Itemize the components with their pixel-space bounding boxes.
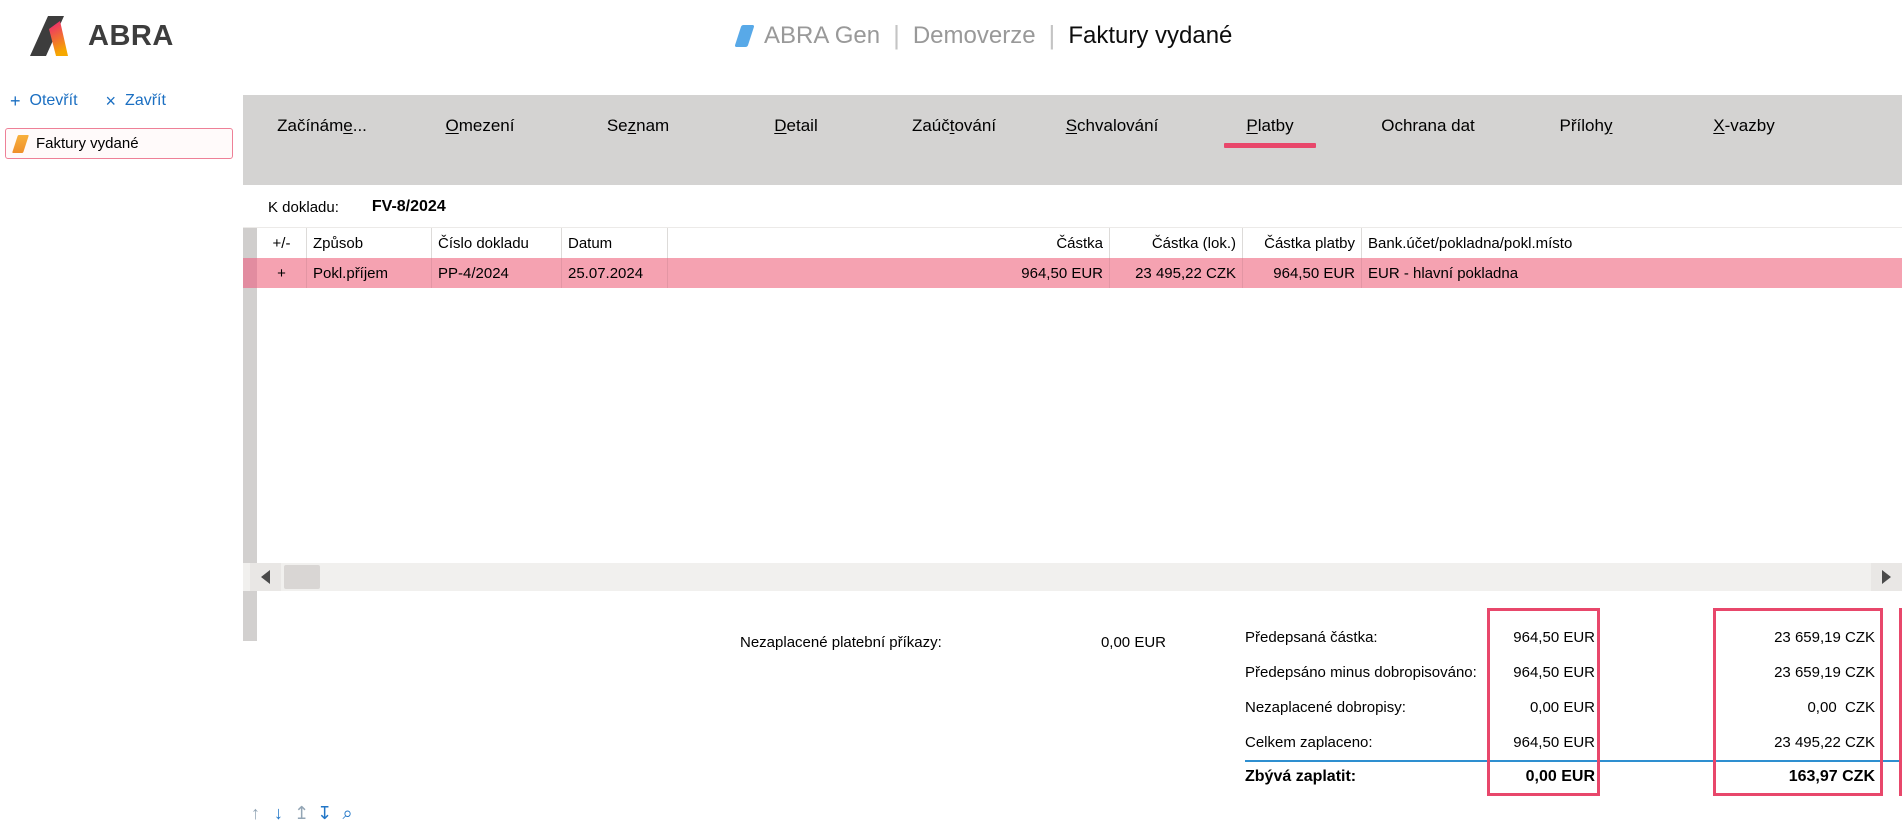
table-cell: + — [257, 258, 307, 288]
sidebar-item-faktury-vydane[interactable]: Faktury vydané — [5, 128, 233, 159]
scroll-right-button[interactable] — [1871, 563, 1902, 591]
move-bottom-icon[interactable]: ↧ — [316, 804, 333, 822]
table-cell: 23 495,22 CZK — [1110, 258, 1243, 288]
unpaid-orders-label: Nezaplacené platební příkazy: — [740, 634, 942, 651]
open-button-label: Otevřít — [30, 92, 78, 110]
tab-label: Přílohy — [1507, 116, 1665, 136]
sidebar-item-label: Faktury vydané — [36, 135, 139, 152]
tab-platby[interactable]: Platby — [1191, 95, 1349, 168]
document-number: FV-8/2024 — [372, 198, 446, 216]
table-cell: PP-4/2024 — [432, 258, 562, 288]
summary-row-label: Nezaplacené dobropisy: — [1245, 699, 1406, 716]
column-header[interactable]: Částka platby — [1243, 228, 1362, 258]
tab-za-n-me[interactable]: Začínáme... — [243, 95, 401, 168]
tab-omezen[interactable]: Omezení — [401, 95, 559, 168]
agenda-slash-icon — [12, 135, 29, 153]
grid-header-row: +/-ZpůsobČíslo dokladuDatumČástkaČástka … — [243, 227, 1902, 258]
scroll-right-icon — [1882, 570, 1891, 584]
search-icon[interactable]: ⌕ — [339, 804, 356, 822]
grid-navigation-toolbar: ↑ ↓ ↥ ↧ ⌕ — [247, 804, 356, 822]
summary-row-label: Předepsáno minus dobropisováno: — [1245, 664, 1477, 681]
close-icon: × — [106, 92, 117, 110]
column-header[interactable]: Částka (lok.) — [1110, 228, 1243, 258]
document-bar-label: K dokladu: — [268, 199, 339, 216]
column-header[interactable]: Bank.účet/pokladna/pokl.místo — [1362, 228, 1902, 258]
abra-logo-icon — [30, 16, 82, 56]
tab-detail[interactable]: Detail — [717, 95, 875, 168]
title-separator: | — [1049, 20, 1056, 51]
tab-ochrana-dat[interactable]: Ochrana dat — [1349, 95, 1507, 168]
scroll-left-button[interactable] — [250, 563, 281, 591]
table-row[interactable]: +Pokl.příjemPP-4/202425.07.2024964,50 EU… — [243, 258, 1902, 288]
summary-row-label: Zbývá zaplatit: — [1245, 768, 1356, 786]
eur-highlight-box — [1487, 608, 1600, 796]
summary-row-label: Celkem zaplaceno: — [1245, 734, 1373, 751]
title-slash-icon — [734, 25, 754, 47]
tab-label: Začínáme... — [243, 116, 401, 136]
unpaid-orders-value: 0,00 EUR — [1000, 634, 1166, 651]
tab-label: Omezení — [401, 116, 559, 136]
move-up-icon[interactable]: ↑ — [247, 804, 264, 822]
window-title: ABRA Gen | Demoverze | Faktury vydané — [738, 20, 1232, 51]
close-button[interactable]: × Zavřít — [106, 92, 166, 110]
document-bar: K dokladu: FV-8/2024 — [243, 185, 1902, 229]
table-cell: 25.07.2024 — [562, 258, 668, 288]
column-header[interactable]: +/- — [257, 228, 307, 258]
column-header[interactable]: Datum — [562, 228, 668, 258]
czk-highlight-box — [1713, 608, 1883, 796]
tab-x-vazby[interactable]: X-vazby — [1665, 95, 1823, 168]
summary-row-label: Předepsaná částka: — [1245, 629, 1378, 646]
tab-schvalov-n[interactable]: Schvalování — [1033, 95, 1191, 168]
title-app-name: ABRA Gen — [764, 22, 880, 50]
payment-summary: Nezaplacené platební příkazy: 0,00 EUR P… — [243, 618, 1902, 818]
tab-label: Platby — [1191, 116, 1349, 136]
row-indicator-cell — [243, 258, 257, 288]
abra-logo-text: ABRA — [88, 20, 174, 53]
app-header: ABRA ABRA Gen | Demoverze | Faktury vyda… — [0, 0, 1902, 78]
close-button-label: Zavřít — [125, 92, 166, 110]
move-top-icon[interactable]: ↥ — [293, 804, 310, 822]
move-down-icon[interactable]: ↓ — [270, 804, 287, 822]
tab-p-lohy[interactable]: Přílohy — [1507, 95, 1665, 168]
column-header[interactable]: Způsob — [307, 228, 432, 258]
tab-label: Detail — [717, 116, 875, 136]
table-cell: Pokl.příjem — [307, 258, 432, 288]
tab-strip: Začínáme...OmezeníSeznamDetailZaúčtování… — [243, 95, 1902, 227]
main-panel: Začínáme...OmezeníSeznamDetailZaúčtování… — [243, 78, 1902, 836]
title-page-name: Faktury vydané — [1068, 22, 1232, 50]
tab-label: Schvalování — [1033, 116, 1191, 136]
column-header[interactable]: Číslo dokladu — [432, 228, 562, 258]
tab-label: X-vazby — [1665, 116, 1823, 136]
tab-label: Zaúčtování — [875, 116, 1033, 136]
scroll-left-icon — [261, 570, 270, 584]
table-cell: EUR - hlavní pokladna — [1362, 258, 1902, 288]
payments-grid: +/-ZpůsobČíslo dokladuDatumČástkaČástka … — [243, 227, 1902, 288]
abra-logo: ABRA — [30, 16, 174, 56]
scrollbar-thumb[interactable] — [284, 565, 320, 589]
header-indicator-cell — [243, 228, 257, 258]
table-cell: 964,50 EUR — [1243, 258, 1362, 288]
column-header[interactable]: Částka — [668, 228, 1110, 258]
title-separator: | — [893, 20, 900, 51]
tab-label: Ochrana dat — [1349, 116, 1507, 136]
active-tab-underline — [1224, 143, 1316, 148]
tab-seznam[interactable]: Seznam — [559, 95, 717, 168]
tab-label: Seznam — [559, 116, 717, 136]
unpaid-orders-row: Nezaplacené platební příkazy: 0,00 EUR — [740, 634, 942, 651]
table-cell: 964,50 EUR — [668, 258, 1110, 288]
horizontal-scrollbar[interactable] — [243, 563, 1902, 591]
tab-bar: Začínáme...OmezeníSeznamDetailZaúčtování… — [243, 95, 1823, 168]
title-environment: Demoverze — [913, 22, 1036, 50]
plus-icon: + — [10, 92, 21, 110]
grid-body: +Pokl.příjemPP-4/202425.07.2024964,50 EU… — [243, 258, 1902, 288]
open-button[interactable]: + Otevřít — [10, 92, 78, 110]
tab-za-tov-n[interactable]: Zaúčtování — [875, 95, 1033, 168]
sidebar: + Otevřít × Zavřít Faktury vydané — [0, 78, 243, 836]
